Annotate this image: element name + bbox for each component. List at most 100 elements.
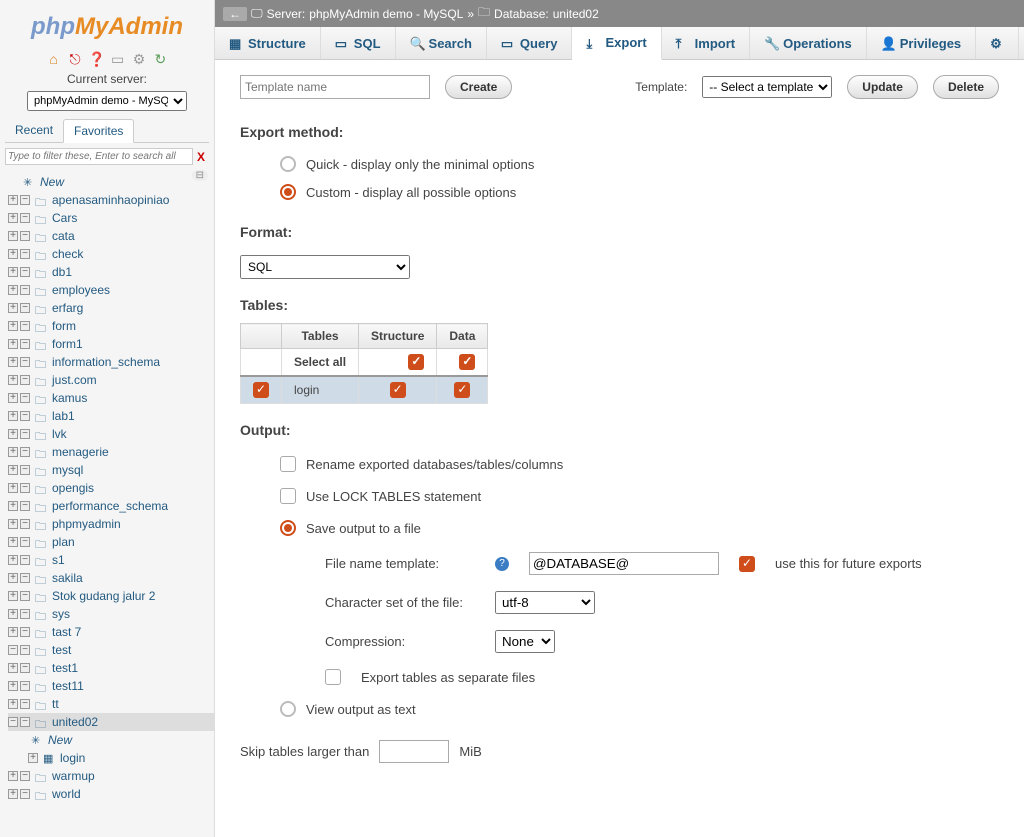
db-item[interactable]: +−🗀warmup	[8, 767, 214, 785]
filter-input[interactable]	[5, 148, 193, 165]
sql-icon[interactable]: ▭	[110, 51, 126, 67]
db-item[interactable]: +−🗀sakila	[8, 569, 214, 587]
db-item[interactable]: +−🗀Stok gudang jalur 2	[8, 587, 214, 605]
tab-query[interactable]: ▭Query	[487, 27, 573, 59]
tab-favorites[interactable]: Favorites	[63, 119, 134, 143]
radio-view-text[interactable]	[280, 701, 296, 717]
database-icon: 🗀	[35, 194, 49, 206]
delete-button[interactable]: Delete	[933, 75, 999, 99]
db-item[interactable]: +−🗀s1	[8, 551, 214, 569]
db-item[interactable]: +−🗀check	[8, 245, 214, 263]
main-panel: ← 🖵 Server: phpMyAdmin demo - MySQL » 🗀 …	[215, 0, 1024, 837]
db-item[interactable]: +−🗀lab1	[8, 407, 214, 425]
new-database-link[interactable]: ✳ New	[8, 173, 186, 191]
create-button[interactable]: Create	[445, 75, 512, 99]
db-item[interactable]: +−🗀tt	[8, 695, 214, 713]
template-name-input[interactable]	[240, 75, 430, 99]
collapse-all-icon[interactable]: ⊟	[192, 170, 208, 181]
tab-structure[interactable]: ▦Structure	[215, 27, 321, 59]
row-data-checkbox[interactable]: ✓	[454, 382, 470, 398]
filename-input[interactable]	[529, 552, 719, 575]
db-item[interactable]: +−🗀test1	[8, 659, 214, 677]
radio-quick[interactable]	[280, 156, 296, 172]
db-item[interactable]: +−🗀world	[8, 785, 214, 803]
db-item[interactable]: +−🗀form1	[8, 335, 214, 353]
expand-icon[interactable]: +	[8, 195, 18, 205]
row-select-checkbox[interactable]: ✓	[253, 382, 269, 398]
logout-icon[interactable]: ⎋	[67, 51, 83, 67]
tab-search[interactable]: 🔍Search	[396, 27, 487, 59]
selectall-data-checkbox[interactable]: ✓	[459, 354, 475, 370]
skip-input[interactable]	[379, 740, 449, 763]
back-button[interactable]: ←	[223, 7, 247, 21]
row-structure-checkbox[interactable]: ✓	[390, 382, 406, 398]
rename-label: Rename exported databases/tables/columns	[306, 457, 563, 472]
breadcrumb-server-link[interactable]: phpMyAdmin demo - MySQL	[309, 7, 463, 21]
format-select[interactable]: SQL	[240, 255, 410, 279]
db-item[interactable]: +−🗀employees	[8, 281, 214, 299]
logo[interactable]: phpMyAdmin	[0, 5, 214, 49]
db-item[interactable]: +−🗀lvk	[8, 425, 214, 443]
breadcrumb-db-link[interactable]: united02	[553, 7, 599, 21]
select-all-label[interactable]: Select all	[282, 349, 359, 377]
new-table-link[interactable]: ✳New	[8, 731, 214, 749]
db-item[interactable]: +−🗀erfarg	[8, 299, 214, 317]
db-item[interactable]: +−🗀mysql	[8, 461, 214, 479]
db-item[interactable]: +−🗀sys	[8, 605, 214, 623]
db-item[interactable]: +−🗀apenasaminhaopiniao	[8, 191, 214, 209]
db-item[interactable]: +−🗀plan	[8, 533, 214, 551]
charset-select[interactable]: utf-8	[495, 591, 595, 614]
locktables-checkbox[interactable]	[280, 488, 296, 504]
compression-select[interactable]: None	[495, 630, 555, 653]
table-item[interactable]: +▦login	[8, 749, 214, 767]
db-item[interactable]: +−🗀tast 7	[8, 623, 214, 641]
structure-icon: ▦	[229, 36, 243, 50]
db-item[interactable]: +−🗀just.com	[8, 371, 214, 389]
help-icon[interactable]: ?	[495, 557, 509, 571]
tab-more[interactable]: ⚙	[976, 27, 1019, 59]
tab-import[interactable]: ⤒Import	[662, 27, 750, 59]
table-row: ✓ login ✓ ✓	[241, 376, 488, 404]
db-item[interactable]: +−🗀menagerie	[8, 443, 214, 461]
update-button[interactable]: Update	[847, 75, 918, 99]
docs-icon[interactable]: ❓	[88, 51, 104, 67]
export-icon: ⤓	[586, 36, 600, 50]
table-name: login	[282, 376, 359, 404]
db-item[interactable]: +−🗀form	[8, 317, 214, 335]
db-item[interactable]: +−🗀db1	[8, 263, 214, 281]
db-item[interactable]: +−🗀phpmyadmin	[8, 515, 214, 533]
charset-label: Character set of the file:	[325, 595, 475, 610]
db-item[interactable]: +−🗀performance_schema	[8, 497, 214, 515]
db-item[interactable]: +−🗀kamus	[8, 389, 214, 407]
separate-files-checkbox[interactable]	[325, 669, 341, 685]
db-item-selected[interactable]: −−🗀united02	[8, 713, 214, 731]
filter-clear-icon[interactable]: X	[193, 150, 209, 164]
collapse-icon[interactable]: −	[20, 195, 30, 205]
tab-sql[interactable]: ▭SQL	[321, 27, 396, 59]
operations-icon: 🔧	[764, 36, 778, 50]
radio-custom[interactable]	[280, 184, 296, 200]
template-select[interactable]: -- Select a template --	[702, 76, 832, 98]
rename-checkbox[interactable]	[280, 456, 296, 472]
tab-export[interactable]: ⤓Export	[572, 27, 661, 60]
db-item[interactable]: −−🗀test	[8, 641, 214, 659]
selectall-structure-checkbox[interactable]: ✓	[408, 354, 424, 370]
server-select[interactable]: phpMyAdmin demo - MySQL	[27, 91, 187, 111]
radio-save-file[interactable]	[280, 520, 296, 536]
tab-recent[interactable]: Recent	[5, 119, 63, 142]
tab-privileges[interactable]: 👤Privileges	[867, 27, 976, 59]
db-item[interactable]: +−🗀cata	[8, 227, 214, 245]
db-item[interactable]: +−🗀opengis	[8, 479, 214, 497]
db-tree: ✳ New +−🗀apenasaminhaopiniao +−🗀Cars +−🗀…	[0, 173, 214, 803]
template-label: Template:	[635, 80, 687, 94]
reload-icon[interactable]: ↻	[152, 51, 168, 67]
use-future-checkbox[interactable]: ✓	[739, 556, 755, 572]
tab-operations[interactable]: 🔧Operations	[750, 27, 867, 59]
db-item[interactable]: +−🗀test11	[8, 677, 214, 695]
db-item[interactable]: +−🗀Cars	[8, 209, 214, 227]
settings-icon[interactable]: ⚙	[131, 51, 147, 67]
home-icon[interactable]: ⌂	[46, 51, 62, 67]
filename-label: File name template:	[325, 556, 475, 571]
locktables-label: Use LOCK TABLES statement	[306, 489, 481, 504]
db-item[interactable]: +−🗀information_schema	[8, 353, 214, 371]
